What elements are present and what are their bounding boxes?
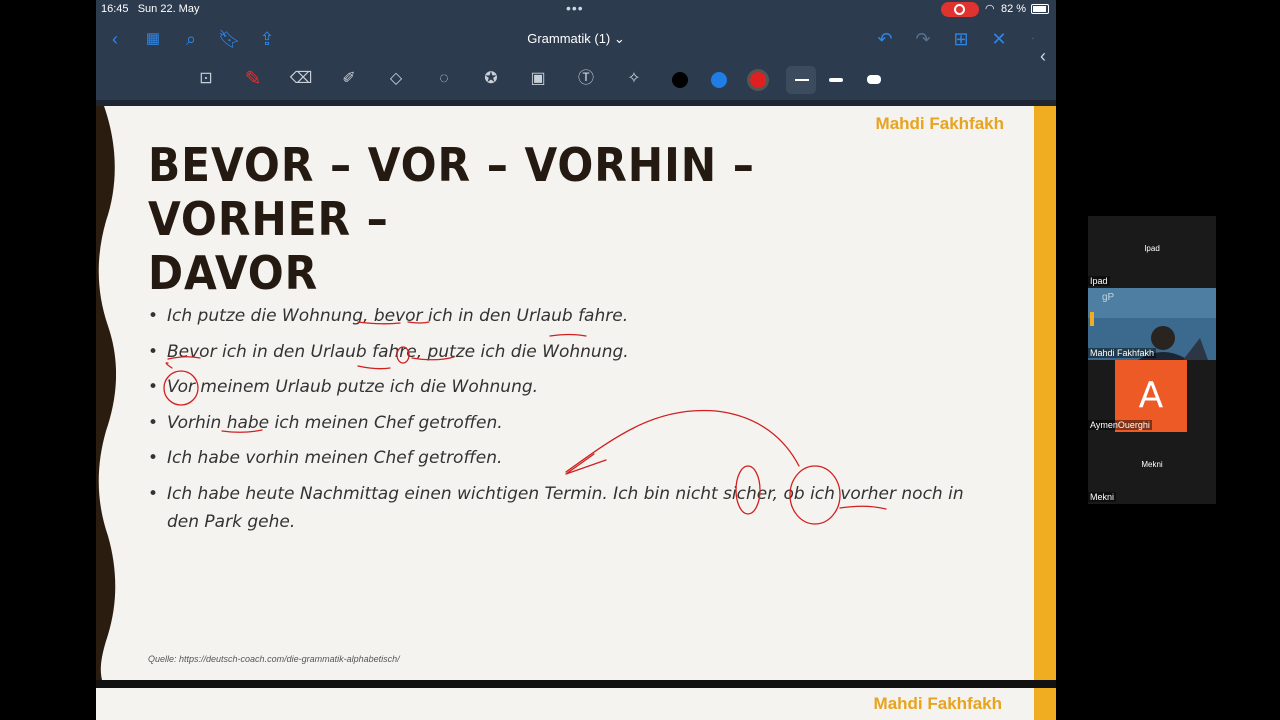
stroke-thin-icon <box>795 79 809 81</box>
color-red-swatch[interactable] <box>750 72 766 88</box>
source-citation: Quelle: https://deutsch-coach.com/die-gr… <box>148 654 400 664</box>
pen-icon[interactable]: ✎ <box>241 67 265 91</box>
collapse-chevron-icon[interactable]: ‹ <box>1040 46 1046 67</box>
slide-author: Mahdi Fakhfakh <box>875 114 1004 133</box>
bullet-item: Ich habe vorhin meinen Chef getroffen. <box>148 444 998 472</box>
add-page-icon[interactable]: ⊞ <box>950 28 972 50</box>
highlighter-icon[interactable]: ✐ <box>337 67 361 91</box>
bullet-item: Bevor ich in den Urlaub fahre, putze ich… <box>148 338 998 366</box>
slide-page[interactable]: Mahdi Fakhfakh BEVOR – VOR – VORHIN – VO… <box>96 106 1036 680</box>
next-slide-page[interactable]: Mahdi Fakhfakh <box>96 688 1034 720</box>
slide-title: BEVOR – VOR – VORHIN – VORHER – DAVOR <box>148 138 884 300</box>
next-slide-accent-strip <box>1034 688 1056 720</box>
battery-percent: 82 % <box>1001 3 1027 15</box>
document-title[interactable]: Grammatik (1) ⌄ <box>516 31 636 47</box>
share-icon[interactable]: ⇪ <box>256 28 278 50</box>
multitask-dots-icon[interactable]: ••• <box>566 0 584 16</box>
search-icon[interactable]: ⌕ <box>180 28 202 50</box>
participant-center-name: Mekni <box>1141 460 1163 469</box>
participant-label: Mekni <box>1088 492 1117 502</box>
color-black-swatch[interactable] <box>672 72 688 88</box>
bullet-item: Ich putze die Wohnung, bevor ich in den … <box>148 302 998 330</box>
participant-label: Mahdi Fakhfakh <box>1088 348 1157 358</box>
status-bar: 16:45 Sun 22. May ••• ◠ 82 % <box>96 0 1056 20</box>
drawing-toolbar: ⊡ ✎ ⌫ ✐ ◇ ◌ ✪ ▣ Ⓣ ✧ <box>96 58 1056 100</box>
select-icon[interactable]: ◌ <box>432 67 456 91</box>
slide-wave-border <box>96 106 116 680</box>
stroke-medium-option[interactable] <box>829 78 843 82</box>
participant-center-name: Ipad <box>1144 244 1160 253</box>
bullet-item: Ich habe heute Nachmittag einen wichtige… <box>148 480 998 536</box>
screen: 16:45 Sun 22. May ••• ◠ 82 % ‹ ▦ ⌕ 🔖︎ ⇪ … <box>0 0 1280 720</box>
stroke-thick-option[interactable] <box>867 75 881 84</box>
status-time: 16:45 Sun 22. May <box>101 3 200 15</box>
participant-tile-mekni[interactable]: Mekni Mekni <box>1088 432 1216 504</box>
wifi-icon: ◠ <box>985 3 995 15</box>
battery-icon <box>1031 4 1049 14</box>
navigation-bar: ‹ ▦ ⌕ 🔖︎ ⇪ Grammatik (1) ⌄ ↶ ↷ ⊞ ✕ · <box>96 20 1056 58</box>
slide-title-line-2: DAVOR <box>148 246 319 300</box>
color-blue-swatch[interactable] <box>711 72 727 88</box>
text-icon[interactable]: Ⓣ <box>574 67 598 91</box>
shapes-icon[interactable]: ◇ <box>384 67 408 91</box>
page-separator <box>96 680 1056 688</box>
participant-tile-video[interactable]: gP Mahdi Fakhfakh <box>1088 288 1216 360</box>
bullet-item: Vor meinem Urlaub putze ich die Wohnung. <box>148 373 998 401</box>
participant-tile-aymen[interactable]: A AymenOuerghi <box>1088 360 1216 432</box>
slide-title-line-1: BEVOR – VOR – VORHIN – VORHER – <box>148 138 755 246</box>
close-icon[interactable]: ✕ <box>988 28 1010 50</box>
bookmark-icon[interactable]: 🔖︎ <box>218 28 241 50</box>
screen-record-icon[interactable] <box>941 2 979 17</box>
back-chevron-icon[interactable]: ‹ <box>104 28 126 50</box>
bullet-item: Vorhin habe ich meinen Chef getroffen. <box>148 409 998 437</box>
participant-label: Ipad <box>1088 276 1110 286</box>
lasso-icon[interactable]: ⊡ <box>194 67 218 91</box>
next-slide-author: Mahdi Fakhfakh <box>873 694 1002 713</box>
slide-accent-strip <box>1034 106 1056 680</box>
participant-tile-ipad[interactable]: Ipad Ipad <box>1088 216 1216 288</box>
undo-icon[interactable]: ↶ <box>874 28 896 50</box>
ipad-screen: 16:45 Sun 22. May ••• ◠ 82 % ‹ ▦ ⌕ 🔖︎ ⇪ … <box>96 0 1056 720</box>
participant-label: AymenOuerghi <box>1088 420 1152 430</box>
image-icon[interactable]: ▣ <box>526 67 550 91</box>
laser-icon[interactable]: ✧ <box>622 67 646 91</box>
participant-panel: Ipad Ipad gP Mahdi Fakhfakh A AymenOuerg… <box>1088 216 1216 504</box>
bullet-list: Ich putze die Wohnung, bevor ich in den … <box>148 302 998 543</box>
sticker-icon[interactable]: ✪ <box>479 67 503 91</box>
svg-text:gP: gP <box>1102 292 1115 303</box>
eraser-icon[interactable]: ⌫ <box>289 67 313 91</box>
grid-icon[interactable]: ▦ <box>142 28 164 50</box>
redo-icon[interactable]: ↷ <box>912 28 934 50</box>
